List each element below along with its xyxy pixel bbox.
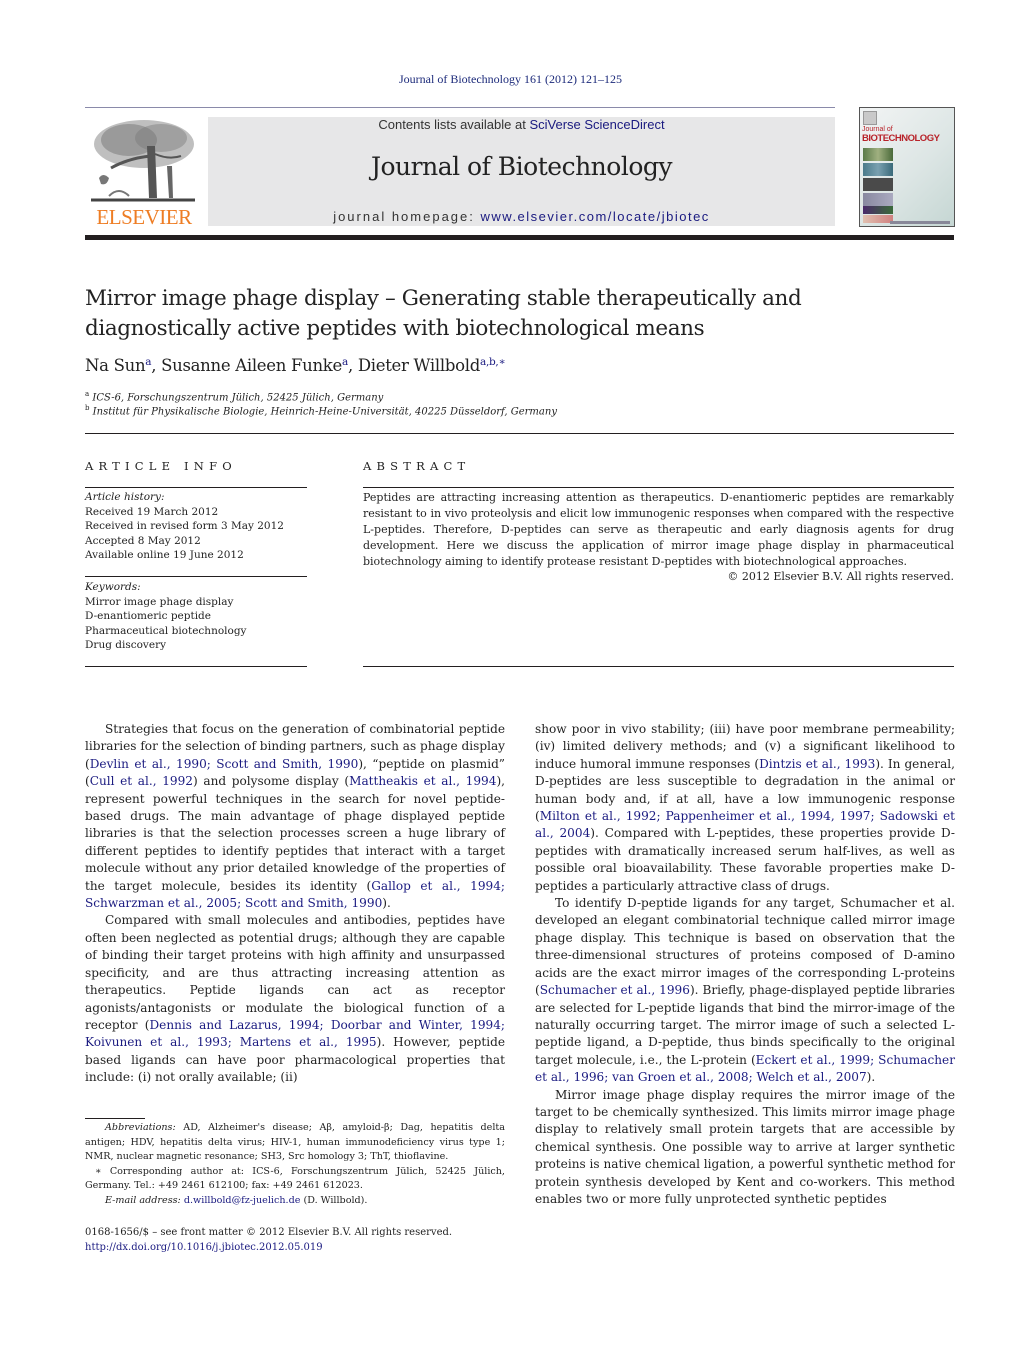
article-info-heading: ARTICLE INFO — [85, 459, 237, 473]
title-line-1: Mirror image phage display – Generating … — [85, 286, 802, 311]
cover-image-2 — [863, 163, 893, 176]
citation-link[interactable]: Dintzis et al., 1993 — [759, 757, 875, 771]
author-name[interactable]: Susanne Aileen Funke — [161, 356, 342, 375]
keyword-item: Mirror image phage display — [85, 595, 234, 608]
cover-image-3 — [863, 178, 893, 191]
body-text: To identify D-peptide ligands for any ta… — [535, 896, 955, 998]
keyword-item: D-enantiomeric peptide — [85, 610, 211, 622]
history-item: Available online 19 June 2012 — [85, 549, 244, 561]
affiliation-text: ICS-6, Forschungszentrum Jülich, 52425 J… — [92, 392, 384, 404]
homepage-link[interactable]: www.elsevier.com/locate/jbiotec — [481, 209, 710, 224]
cover-image-5 — [863, 206, 893, 214]
contents-line: Contents lists available at SciVerse Sci… — [208, 117, 835, 132]
cover-title: BIOTECHNOLOGY — [862, 133, 940, 144]
history-item: Accepted 8 May 2012 — [85, 534, 201, 547]
abbreviations-label: Abbreviations: — [105, 1122, 176, 1133]
contents-prefix: Contents lists available at — [378, 117, 530, 132]
body-right-column: show poor in vivo stability; (iii) have … — [535, 721, 955, 1208]
keywords-label: Keywords: — [85, 581, 141, 593]
cover-publisher-icon — [863, 111, 877, 125]
history-label: Article history: — [85, 491, 165, 503]
article-title: Mirror image phage display – Generating … — [85, 284, 945, 344]
body-text: ) and polysome display ( — [193, 774, 350, 789]
citation-link[interactable]: Cull et al., 1992 — [90, 774, 193, 788]
keyword-item: Pharmaceutical biotechnology — [85, 624, 247, 637]
abstract-text: Peptides are attracting increasing atten… — [363, 491, 954, 568]
corresponding-author-footnote: ∗ Corresponding author at: ICS-6, Forsch… — [85, 1165, 505, 1192]
body-text: ). — [382, 896, 391, 911]
affiliation: a ICS-6, Forschungszentrum Jülich, 52425… — [85, 390, 383, 403]
author-name[interactable]: Na Sun — [85, 356, 146, 375]
body-left-column: Strategies that focus on the generation … — [85, 721, 505, 1087]
article-info-divider — [85, 487, 307, 488]
title-line-2: diagnostically active peptides with biot… — [85, 316, 705, 341]
affiliation-text: Institut für Physikalische Biologie, Hei… — [92, 406, 557, 418]
affiliation: b Institut für Physikalische Biologie, H… — [85, 404, 557, 417]
front-matter: 0168-1656/$ – see front matter © 2012 El… — [85, 1225, 452, 1255]
body-text: ), represent powerful techniques in the … — [85, 774, 506, 893]
email-footnote: E-mail address: d.willbold@fz-juelich.de… — [85, 1194, 505, 1209]
citation-link[interactable]: Schumacher et al., 1996 — [540, 983, 690, 997]
header-bottom-rule — [85, 235, 954, 240]
email-suffix: (D. Willbold). — [300, 1194, 368, 1206]
cover-image-1 — [863, 148, 893, 161]
doi-link[interactable]: http://dx.doi.org/10.1016/j.jbiotec.2012… — [85, 1240, 452, 1255]
body-paragraph: show poor in vivo stability; (iii) have … — [535, 721, 955, 895]
elsevier-wordmark: ELSEVIER — [96, 205, 192, 229]
body-paragraph: To identify D-peptide ligands for any ta… — [535, 895, 955, 1086]
elsevier-logo[interactable]: ELSEVIER — [85, 112, 203, 230]
abstract-bottom-rule — [363, 666, 954, 667]
cover-image-4 — [863, 193, 893, 206]
author-list: Na Suna, Susanne Aileen Funkea, Dieter W… — [85, 356, 506, 375]
email-label: E-mail address: — [105, 1194, 181, 1206]
body-paragraph: Strategies that focus on the generation … — [85, 721, 505, 912]
title-divider — [85, 433, 954, 434]
abstract-heading: ABSTRACT — [363, 459, 471, 473]
header-top-rule — [85, 107, 835, 108]
abstract-copyright: © 2012 Elsevier B.V. All rights reserved… — [727, 570, 954, 583]
body-text: Compared with small molecules and antibo… — [85, 913, 505, 1032]
journal-citation: Journal of Biotechnology 161 (2012) 121–… — [399, 72, 622, 86]
affiliation-mark: a — [85, 390, 90, 398]
author-affiliation-mark[interactable]: a — [342, 356, 348, 368]
cover-image-6 — [863, 215, 893, 223]
author-affiliation-mark[interactable]: a,b,∗ — [480, 356, 506, 368]
elsevier-tree-icon — [89, 116, 197, 204]
history-item: Received 19 March 2012 — [85, 505, 219, 518]
keywords-divider — [85, 576, 307, 577]
homepage-prefix: journal homepage: — [333, 209, 481, 224]
abbreviations-footnote: Abbreviations: AD, Alzheimer's disease; … — [85, 1121, 505, 1165]
cover-subtitle: Journal of — [862, 126, 893, 133]
keyword-item: Drug discovery — [85, 639, 167, 651]
abstract-divider — [363, 487, 954, 488]
body-text: ). — [866, 1070, 876, 1085]
homepage-line: journal homepage: www.elsevier.com/locat… — [208, 209, 835, 224]
body-paragraph: Mirror image phage display requires the … — [535, 1087, 955, 1209]
keywords: Keywords: Mirror image phage display D-e… — [85, 580, 310, 653]
email-link[interactable]: d.willbold@fz-juelich.de — [184, 1195, 301, 1206]
article-info-bottom-rule — [85, 666, 307, 667]
cover-footer — [890, 221, 950, 224]
sciencedirect-link[interactable]: SciVerse ScienceDirect — [529, 117, 664, 132]
citation-link[interactable]: Mattheakis et al., 1994 — [349, 774, 496, 788]
body-paragraph: Compared with small molecules and antibo… — [85, 912, 505, 1086]
body-text: Mirror image phage display requires the … — [535, 1087, 955, 1206]
journal-masthead: Contents lists available at SciVerse Sci… — [208, 117, 835, 226]
body-text: ). Compared with L-peptides, these prope… — [535, 826, 955, 893]
issn-line: 0168-1656/$ – see front matter © 2012 El… — [85, 1227, 453, 1238]
history-item: Received in revised form 3 May 2012 — [85, 520, 284, 532]
footnotes: Abbreviations: AD, Alzheimer's disease; … — [85, 1121, 505, 1208]
journal-name: Journal of Biotechnology — [370, 152, 673, 181]
citation-link[interactable]: Devlin et al., 1990; Scott and Smith, 19… — [90, 757, 359, 771]
journal-cover-thumbnail[interactable]: Journal of BIOTECHNOLOGY — [859, 107, 955, 227]
author-affiliation-mark[interactable]: a — [145, 356, 151, 368]
author-name[interactable]: Dieter Willbold — [358, 356, 480, 375]
article-history: Article history: Received 19 March 2012 … — [85, 490, 310, 563]
footnote-rule — [85, 1118, 145, 1119]
affiliation-mark: b — [85, 404, 90, 412]
